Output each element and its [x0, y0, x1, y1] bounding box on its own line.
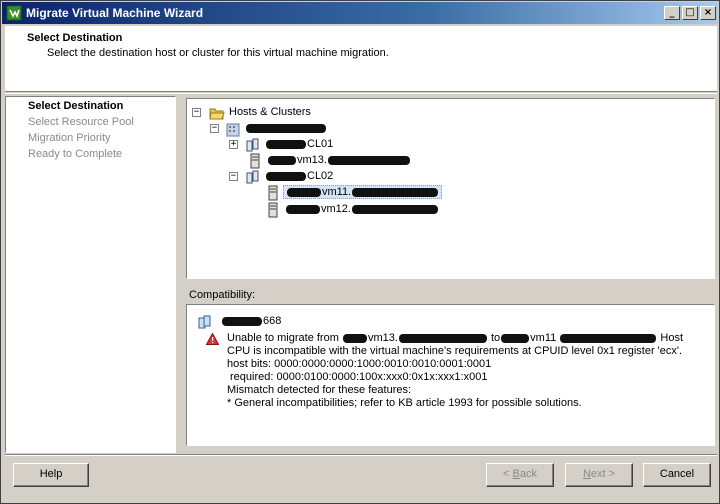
- redacted-text: [268, 155, 296, 165]
- redacted-text: [286, 204, 320, 214]
- redacted-text: [398, 333, 487, 343]
- host-icon: [250, 153, 260, 169]
- compat-item: 668: [197, 314, 397, 330]
- tree-label-host-vm13: vm13.: [297, 154, 327, 166]
- wizard-steps: Select Destination Select Resource Pool …: [5, 96, 176, 453]
- vsphere-icon: [6, 5, 22, 21]
- collapse-icon[interactable]: −: [229, 172, 238, 181]
- expand-icon[interactable]: +: [229, 140, 238, 149]
- collapse-icon[interactable]: −: [210, 124, 219, 133]
- page-subtitle: Select the destination host or cluster f…: [47, 47, 389, 59]
- step-migration-priority: Migration Priority: [28, 132, 111, 144]
- tree-node-datacenter[interactable]: −: [209, 121, 409, 137]
- tree-node-host-vm11[interactable]: vm11.: [263, 185, 463, 201]
- next-button[interactable]: Next >: [565, 463, 633, 487]
- compat-message-line-1: Unable to migrate from vm13. to vm11 Host: [227, 332, 684, 344]
- step-ready-to-complete: Ready to Complete: [28, 148, 123, 160]
- window-title: Migrate Virtual Machine Wizard: [26, 6, 204, 20]
- tree-label-datacenter: [245, 122, 327, 134]
- tree-node-host-vm12[interactable]: vm12.: [263, 202, 463, 218]
- step-select-destination[interactable]: Select Destination: [28, 100, 123, 112]
- close-button[interactable]: ×: [700, 6, 716, 20]
- redacted-text: [246, 123, 326, 133]
- maximize-button[interactable]: □: [682, 6, 698, 20]
- compatibility-panel: 668 Unable to migrate from vm13. to vm11 …: [186, 304, 715, 446]
- redacted-text: [327, 155, 410, 165]
- tree-label-hosts-clusters: Hosts & Clusters: [229, 106, 311, 118]
- minimize-button[interactable]: _: [664, 6, 680, 20]
- redacted-text: [266, 171, 306, 181]
- compatibility-label: Compatibility:: [189, 289, 256, 301]
- datacenter-icon: [226, 123, 240, 137]
- redacted-text: [342, 333, 367, 343]
- tree-node-host-vm13[interactable]: vm13.: [245, 153, 505, 169]
- step-select-resource-pool: Select Resource Pool: [28, 116, 134, 128]
- host-icon: [268, 185, 278, 201]
- title-bar[interactable]: Migrate Virtual Machine Wizard _ □ ×: [2, 2, 718, 24]
- cluster-icon: [246, 170, 259, 184]
- page-title: Select Destination: [27, 32, 123, 44]
- inventory-tree[interactable]: − Hosts & Clusters − + CL01 vm13. − CL02…: [186, 98, 715, 279]
- tree-node-cluster-02[interactable]: − CL02: [227, 169, 427, 185]
- help-button[interactable]: Help: [13, 463, 89, 487]
- redacted-text: [222, 316, 262, 326]
- redacted-text: [352, 187, 439, 197]
- compat-host-bits: host bits: 0000:0000:0000:1000:0010:0010…: [227, 358, 492, 370]
- redacted-text: [501, 333, 530, 343]
- tree-label-cluster-01: CL01: [307, 138, 334, 150]
- back-button[interactable]: < Back: [486, 463, 554, 487]
- warning-icon: [206, 333, 219, 345]
- folder-icon: [209, 108, 225, 120]
- cluster-icon: [198, 315, 211, 329]
- tree-node-hosts-clusters[interactable]: − Hosts & Clusters: [191, 105, 391, 121]
- wizard-window: Migrate Virtual Machine Wizard _ □ × Sel…: [0, 0, 720, 504]
- compat-required-bits: required: 0000:0100:0000:100x:xxx0:0x1x:…: [230, 371, 488, 383]
- compat-message-line-2: CPU is incompatible with the virtual mac…: [227, 345, 683, 357]
- tree-label-cluster-02: CL02: [307, 170, 334, 182]
- wizard-header: Select Destination Select the destinatio…: [5, 26, 717, 92]
- host-icon: [268, 202, 278, 218]
- redacted-text: [266, 139, 306, 149]
- tree-label-host-vm11: vm11.: [322, 186, 352, 198]
- compat-mismatch-label: Mismatch detected for these features:: [227, 384, 412, 396]
- header-divider: [5, 93, 717, 94]
- redacted-text: [560, 333, 657, 343]
- footer-divider: [5, 454, 717, 456]
- redacted-text: [351, 204, 438, 214]
- tree-label-host-vm12: vm12.: [321, 203, 351, 215]
- tree-node-cluster-01[interactable]: + CL01: [227, 137, 427, 153]
- cluster-icon: [246, 138, 259, 152]
- cancel-button[interactable]: Cancel: [643, 463, 711, 487]
- redacted-text: [287, 187, 321, 197]
- compat-kb-note: * General incompatibilities; refer to KB…: [227, 397, 582, 409]
- collapse-icon[interactable]: −: [192, 108, 201, 117]
- compat-item-label: 668: [263, 315, 282, 327]
